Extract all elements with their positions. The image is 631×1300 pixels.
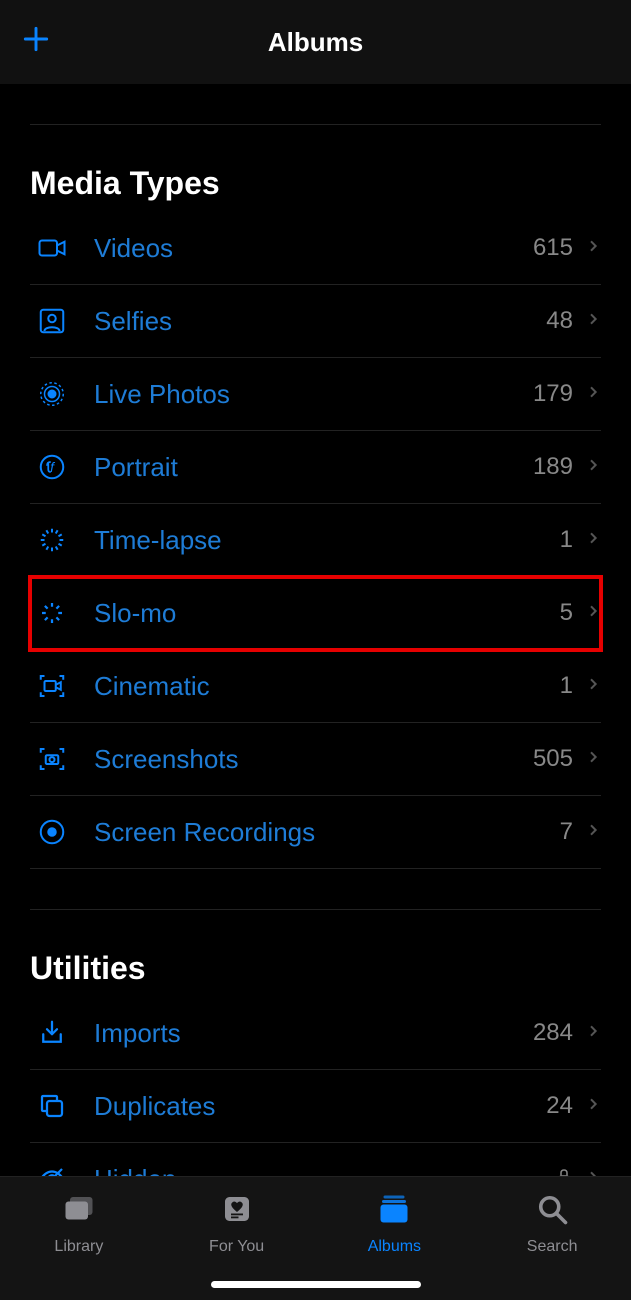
media_types-row-selfies[interactable]: Selfies48 [30,285,601,358]
row-label: Slo-mo [94,598,560,629]
row-count: 5 [560,599,573,627]
tab-library[interactable]: Library [14,1191,144,1256]
svg-text:f: f [50,460,56,475]
media_types-row-cinematic[interactable]: Cinematic1 [30,650,601,723]
chevron-right-icon [585,821,601,844]
row-count: 24 [546,1092,573,1120]
row-count: 505 [533,745,573,773]
row-count: 1 [560,526,573,554]
row-label: Selfies [94,306,546,337]
chevron-right-icon [585,602,601,625]
section-utilities-title: Utilities [30,910,601,997]
albums-icon [374,1191,414,1232]
row-label: Duplicates [94,1091,546,1122]
home-indicator [211,1281,421,1288]
chevron-right-icon [585,383,601,406]
media-types-list: Videos615Selfies48Live Photos179fPortrai… [30,212,601,869]
selfie-icon [30,306,74,336]
cinematic-icon [30,671,74,701]
screenshot-icon [30,744,74,774]
chevron-right-icon [585,748,601,771]
row-count: 615 [533,234,573,262]
tab-label: For You [209,1238,264,1256]
media_types-row-live-photos[interactable]: Live Photos179 [30,358,601,431]
row-count: 189 [533,453,573,481]
timelapse-icon [30,525,74,555]
slomo-icon [30,598,74,628]
media_types-row-time-lapse[interactable]: Time-lapse1 [30,504,601,577]
row-count: 179 [533,380,573,408]
search-icon [532,1191,572,1232]
tab-label: Search [527,1238,578,1256]
video-icon [30,233,74,263]
media_types-row-screenshots[interactable]: Screenshots505 [30,723,601,796]
nav-bar: Albums [0,0,631,84]
tab-albums[interactable]: Albums [329,1191,459,1256]
page-title: Albums [0,27,631,58]
row-label: Portrait [94,452,533,483]
chevron-right-icon [585,237,601,260]
row-label: Screen Recordings [94,817,560,848]
utilities-row-duplicates[interactable]: Duplicates24 [30,1070,601,1143]
media_types-row-videos[interactable]: Videos615 [30,212,601,285]
chevron-right-icon [585,456,601,479]
row-label: Screenshots [94,744,533,775]
media_types-row-screen-recordings[interactable]: Screen Recordings7 [30,796,601,869]
row-label: Imports [94,1018,533,1049]
row-label: Videos [94,233,533,264]
row-count: 284 [533,1019,573,1047]
tab-label: Library [54,1238,103,1256]
chevron-right-icon [585,1095,601,1118]
row-count: 48 [546,307,573,335]
section-media-types-title: Media Types [30,125,601,212]
library-icon [59,1191,99,1232]
duplicates-icon [30,1091,74,1121]
row-label: Time-lapse [94,525,560,556]
row-count: 1 [560,672,573,700]
media_types-row-slo-mo[interactable]: Slo-mo5 [30,577,601,650]
recording-icon [30,817,74,847]
add-button[interactable] [20,23,52,61]
row-label: Live Photos [94,379,533,410]
chevron-right-icon [585,675,601,698]
tab-foryou[interactable]: For You [172,1191,302,1256]
live-icon [30,379,74,409]
row-count: 7 [560,818,573,846]
chevron-right-icon [585,310,601,333]
utilities-row-imports[interactable]: Imports284 [30,997,601,1070]
tab-label: Albums [368,1238,421,1256]
tab-search[interactable]: Search [487,1191,617,1256]
foryou-icon [217,1191,257,1232]
chevron-right-icon [585,529,601,552]
imports-icon [30,1018,74,1048]
media_types-row-portrait[interactable]: f Portrait189 [30,431,601,504]
chevron-right-icon [585,1022,601,1045]
row-label: Cinematic [94,671,560,702]
portrait-icon: f [30,452,74,482]
